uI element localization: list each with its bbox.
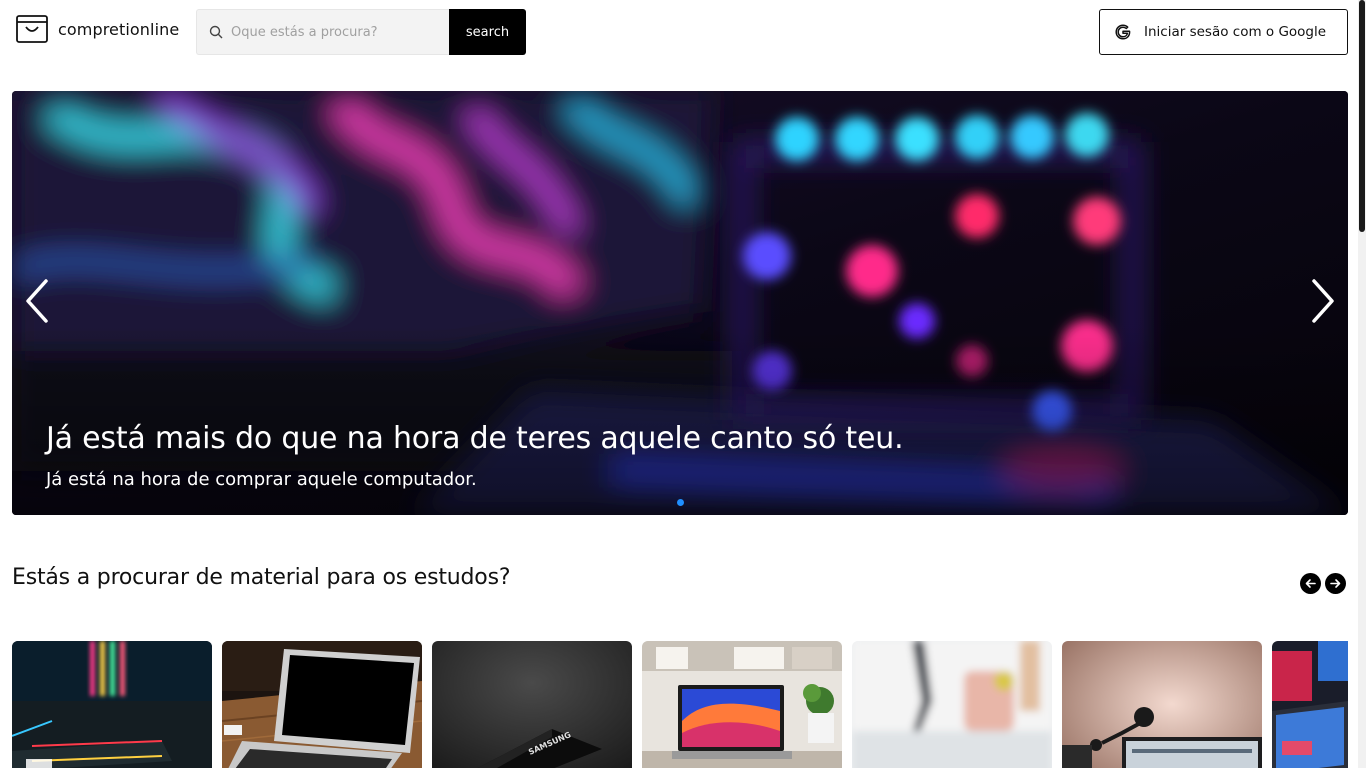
product-image <box>642 641 842 768</box>
product-image: SAMSUNG <box>432 641 632 768</box>
search-input[interactable] <box>231 24 441 40</box>
shopping-bag-icon <box>16 15 48 43</box>
section-prev-button[interactable] <box>1300 573 1321 594</box>
product-card[interactable] <box>1062 641 1262 768</box>
section-next-button[interactable] <box>1325 573 1346 594</box>
product-card[interactable] <box>222 641 422 768</box>
search-bar: search <box>196 9 526 55</box>
product-image <box>222 641 422 768</box>
product-image <box>1062 641 1262 768</box>
scrollbar-thumb[interactable] <box>1359 0 1365 232</box>
carousel-prev-button[interactable] <box>22 277 52 325</box>
product-image <box>12 641 212 768</box>
header: compretionline search Iniciar sesão com … <box>0 0 1366 64</box>
chevron-left-icon <box>26 279 48 323</box>
logo-text: compretionline <box>58 19 180 39</box>
product-card[interactable] <box>1272 641 1348 768</box>
product-carousel: SAMSUNG <box>12 641 1348 768</box>
carousel-next-button[interactable] <box>1308 277 1338 325</box>
product-card[interactable] <box>852 641 1052 768</box>
search-icon <box>209 25 223 39</box>
logo[interactable]: compretionline <box>16 14 179 44</box>
product-card[interactable]: SAMSUNG <box>432 641 632 768</box>
google-login-button[interactable]: Iniciar sesão com o Google <box>1099 9 1348 55</box>
carousel-indicator-active[interactable] <box>677 499 684 506</box>
hero-carousel: Já está mais do que na hora de teres aqu… <box>12 91 1348 515</box>
product-image <box>852 641 1052 768</box>
arrow-left-icon <box>1305 579 1316 588</box>
arrow-right-icon <box>1330 579 1341 588</box>
page-scrollbar[interactable] <box>1358 0 1366 768</box>
chevron-right-icon <box>1312 279 1334 323</box>
hero-title: Já está mais do que na hora de teres aqu… <box>46 421 904 456</box>
google-icon <box>1115 24 1131 40</box>
google-login-label: Iniciar sesão com o Google <box>1144 24 1327 40</box>
search-field[interactable] <box>196 9 449 55</box>
product-card[interactable] <box>642 641 842 768</box>
section-title: Estás a procurar de material para os est… <box>12 565 511 590</box>
product-image <box>1272 641 1348 768</box>
hero-subtitle: Já está na hora de comprar aquele comput… <box>46 469 477 490</box>
product-card[interactable] <box>12 641 212 768</box>
search-button[interactable]: search <box>449 9 526 55</box>
